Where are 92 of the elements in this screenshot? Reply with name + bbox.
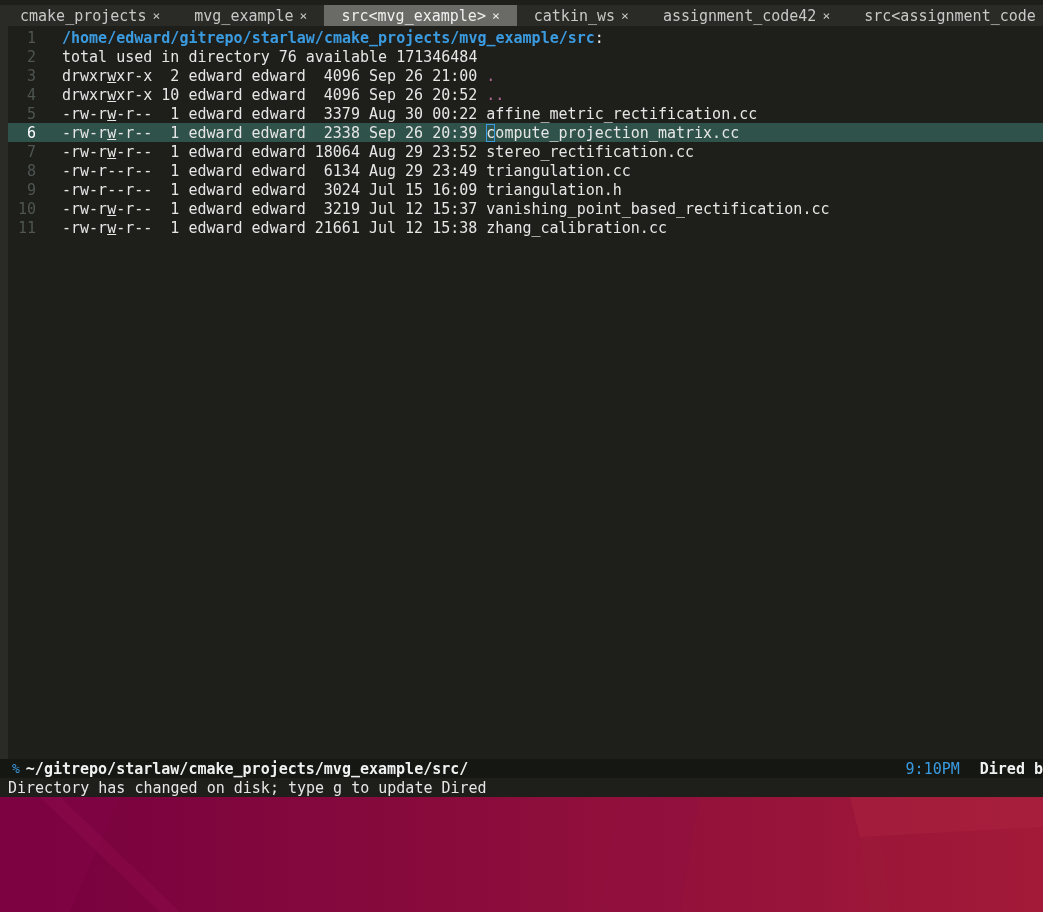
file-size: 6134 <box>322 161 360 180</box>
link-count: 1 <box>169 161 180 180</box>
file-time: 20:39 <box>432 123 479 142</box>
file-date: Aug 30 <box>368 104 425 123</box>
permissions: -rw-rw-r-- <box>62 218 154 237</box>
tab[interactable]: src<assignment_code <box>847 5 1036 26</box>
group: edward <box>251 199 306 218</box>
file-time: 20:52 <box>432 85 479 104</box>
close-icon[interactable]: × <box>621 8 629 23</box>
group: edward <box>251 218 306 237</box>
owner: edward <box>188 85 244 104</box>
group: edward <box>251 123 306 142</box>
file-name[interactable]: affine_metric_rectification.cc <box>486 104 758 123</box>
file-size: 4096 <box>322 85 360 104</box>
permissions: -rw-r--r-- <box>62 180 154 199</box>
link-count: 1 <box>169 142 180 161</box>
close-icon[interactable]: × <box>491 8 500 23</box>
link-count: 1 <box>169 180 180 199</box>
file-date: Aug 29 <box>368 161 425 180</box>
group: edward <box>251 104 306 123</box>
file-name[interactable]: stereo_rectification.cc <box>486 142 695 161</box>
modified-indicator: % <box>12 761 20 776</box>
link-count: 1 <box>169 218 180 237</box>
file-name[interactable]: .. <box>486 85 505 104</box>
owner: edward <box>188 123 244 142</box>
file-size: 3379 <box>322 104 360 123</box>
file-date: Aug 29 <box>368 142 425 161</box>
owner: edward <box>188 161 244 180</box>
file-name[interactable]: triangulation.cc <box>486 161 631 180</box>
owner: edward <box>188 180 244 199</box>
group: edward <box>251 142 306 161</box>
file-size: 3024 <box>322 180 360 199</box>
link-count: 1 <box>169 104 180 123</box>
file-name[interactable]: vanishing_point_based_rectification.cc <box>486 199 830 218</box>
tab[interactable]: mvg_example × <box>177 5 325 26</box>
file-date: Jul 15 <box>368 180 425 199</box>
major-mode: Dired b <box>979 759 1043 778</box>
file-date: Sep 26 <box>368 123 425 142</box>
file-size: 18064 <box>313 142 360 161</box>
permissions: -rw-rw-r-- <box>62 199 154 218</box>
file-size: 3219 <box>322 199 360 218</box>
file-date: Sep 26 <box>368 66 425 85</box>
link-count: 1 <box>169 199 180 218</box>
group: edward <box>251 180 306 199</box>
tab[interactable]: src<mvg_example> × <box>324 5 517 26</box>
owner: edward <box>188 218 244 237</box>
colon: : <box>594 28 604 47</box>
close-icon[interactable]: × <box>822 8 831 23</box>
file-time: 23:49 <box>432 161 479 180</box>
tab[interactable]: catkin_ws × <box>516 5 646 26</box>
file-size: 2338 <box>322 123 360 142</box>
current-line-highlight[interactable]: 6 -rw-rw-r-- 1 edward edward 2338 Sep 26 20:39 compute_projection_matrix.cc <box>8 123 1043 142</box>
tab[interactable]: cmake_projects × <box>3 5 178 26</box>
close-icon[interactable]: × <box>152 8 161 23</box>
buffer-path: ~/gitrepo/starlaw/cmake_projects/mvg_example/src/ <box>25 759 470 778</box>
directory-summary: total used in directory 76 available 171346484 <box>62 47 478 66</box>
owner: edward <box>188 142 244 161</box>
link-count: 1 <box>169 123 180 142</box>
file-date: Jul 12 <box>368 199 425 218</box>
file-name[interactable]: zhang_calibration.cc <box>486 218 667 237</box>
clock: 9:10PM <box>905 759 960 778</box>
permissions: -rw-rw-r-- <box>62 123 154 142</box>
permissions: -rw-rw-r-- <box>62 104 154 123</box>
file-date: Jul 12 <box>368 218 425 237</box>
line-number: 6 <box>25 123 37 142</box>
owner: edward <box>188 199 244 218</box>
directory-path: /home/edward/gitrepo/starlaw/cmake_projects/mvg_example/src <box>62 28 595 47</box>
file-time: 16:09 <box>432 180 479 199</box>
file-size: 4096 <box>322 66 360 85</box>
file-name[interactable]: triangulation.h <box>486 180 622 199</box>
file-time: 23:52 <box>432 142 479 161</box>
file-name[interactable]: compute_projection_matrix.cc <box>486 123 740 142</box>
link-count: 2 <box>169 66 180 85</box>
file-time: 15:38 <box>432 218 479 237</box>
file-time: 21:00 <box>432 66 479 85</box>
permissions: drwxrwxr-x <box>62 85 154 104</box>
file-size: 21661 <box>313 218 360 237</box>
close-icon[interactable]: × <box>299 8 308 23</box>
permissions: -rw-r--r-- <box>62 161 154 180</box>
permissions: -rw-rw-r-- <box>62 142 154 161</box>
group: edward <box>251 85 306 104</box>
file-time: 15:37 <box>432 199 479 218</box>
link-count: 10 <box>161 85 180 104</box>
owner: edward <box>188 66 244 85</box>
tab[interactable]: assignment_code42 × <box>645 5 848 26</box>
owner: edward <box>188 104 244 123</box>
group: edward <box>251 66 306 85</box>
file-name[interactable]: . <box>486 66 496 85</box>
permissions: drwxrwxr-x <box>62 66 154 85</box>
file-date: Sep 26 <box>368 85 425 104</box>
group: edward <box>251 161 306 180</box>
file-time: 00:22 <box>432 104 479 123</box>
